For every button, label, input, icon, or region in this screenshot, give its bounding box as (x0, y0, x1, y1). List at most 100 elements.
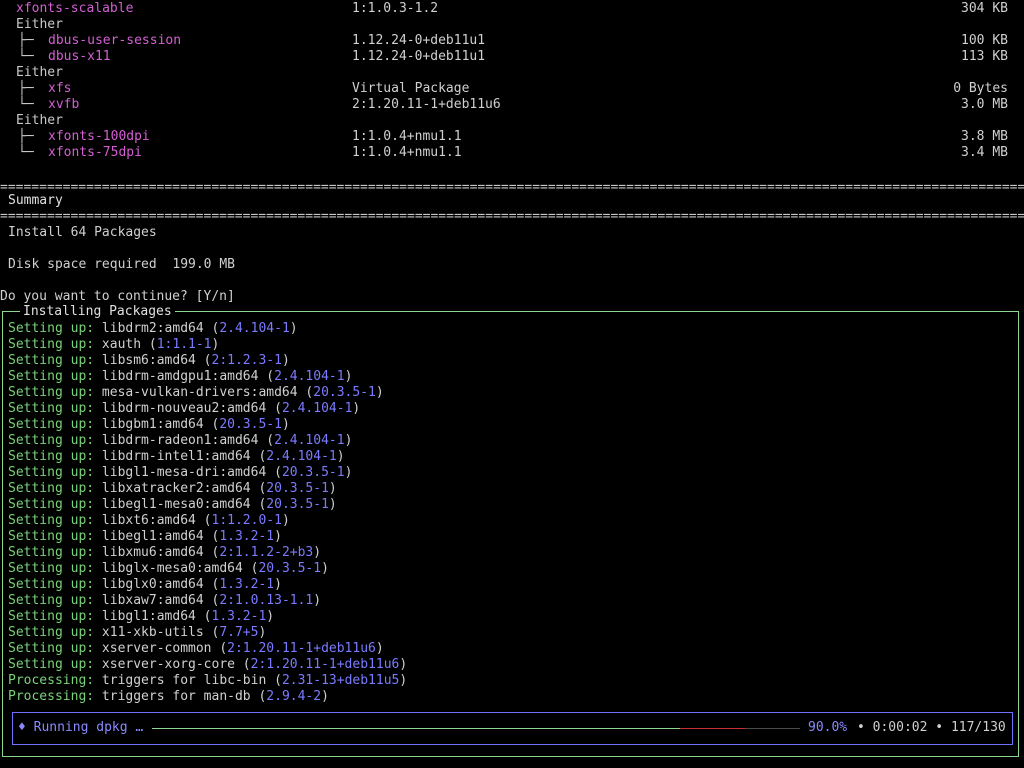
log-line: Setting up: xserver-xorg-core (2:1.20.11… (8, 657, 408, 672)
log-label: Setting up: (8, 417, 95, 432)
separator-rule-bottom: ========================================… (0, 209, 1024, 224)
log-version: 2.9.4-2 (266, 689, 322, 704)
log-line: Setting up: libgl1:amd64 (1.3.2-1) (8, 609, 275, 624)
tree-connector: ├─ (18, 129, 34, 144)
package-name[interactable]: dbus-user-session (48, 33, 181, 49)
log-text: libdrm-radeon1:amd64 (101, 433, 259, 448)
package-version: 1.12.24-0+deb11u1 (352, 49, 486, 64)
dependency-row: ├─ xfonts-100dpi 1:1.0.4+nmu1.1 3.8 MB (0, 129, 1024, 145)
either-group-label: Either (0, 17, 1024, 33)
log-version: 2.4.104-1 (266, 449, 337, 464)
log-label: Setting up: (8, 433, 95, 448)
package-version: 2:1.20.11-1+deb11u6 (352, 97, 501, 112)
progress-bar-fill (152, 728, 680, 729)
log-line: Setting up: xauth (1:1.1-1) (8, 337, 220, 352)
tree-connector: └─ (18, 97, 34, 112)
log-text: mesa-vulkan-drivers:amd64 (101, 385, 298, 400)
log-line: Setting up: libglx-mesa0:amd64 (20.3.5-1… (8, 561, 329, 576)
log-label: Setting up: (8, 369, 95, 384)
package-name[interactable]: xfonts-scalable (16, 1, 133, 17)
elapsed-time: 0:00:02 (872, 720, 928, 735)
log-text: libxmu6:amd64 (101, 545, 204, 560)
log-version: 1:1.1-1 (156, 337, 212, 352)
log-label: Setting up: (8, 593, 95, 608)
tree-connector: └─ (18, 145, 34, 160)
log-label: Setting up: (8, 657, 95, 672)
log-version: 20.3.5-1 (219, 417, 282, 432)
bullet-separator: • (857, 720, 865, 735)
log-line: Setting up: x11-xkb-utils (7.7+5) (8, 625, 267, 640)
log-text: libegl1:amd64 (101, 529, 204, 544)
log-version: 2:1.20.11-1+deb11u6 (227, 641, 376, 656)
log-version: 2.4.104-1 (281, 401, 353, 416)
package-size: 3.0 MB (961, 97, 1008, 112)
package-name[interactable]: xfonts-100dpi (48, 129, 150, 145)
separator-rule-top: ========================================… (0, 180, 1024, 195)
disk-space-label: Disk space required (8, 257, 157, 272)
group-label: Either (16, 17, 63, 32)
installing-packages-title: Installing Packages (20, 304, 175, 320)
package-version: 1:1.0.3-1.2 (352, 1, 439, 16)
group-label: Either (16, 65, 63, 80)
package-count: 117/130 (950, 720, 1006, 735)
tree-connector: └─ (18, 49, 34, 64)
dependency-row: ├─ dbus-user-session 1.12.24-0+deb11u1 100 … (0, 33, 1024, 49)
log-line: Processing: triggers for libc-bin (2.31-… (8, 673, 408, 688)
log-line: Setting up: xserver-common (2:1.20.11-1+… (8, 641, 384, 656)
log-line: Setting up: libxt6:amd64 (1:1.2.0-1) (8, 513, 290, 528)
log-text: libdrm-intel1:amd64 (101, 449, 251, 464)
package-version: 1:1.0.4+nmu1.1 (352, 129, 462, 144)
package-size: 113 KB (961, 49, 1008, 64)
log-text: libsm6:amd64 (101, 353, 196, 368)
tree-connector: ├─ (18, 33, 34, 48)
log-text: xserver-common (101, 641, 212, 656)
log-version: 1.3.2-1 (219, 577, 275, 592)
log-label: Setting up: (8, 481, 95, 496)
package-name[interactable]: xfs (48, 81, 71, 97)
dependency-row: └─ xvfb 2:1.20.11-1+deb11u6 3.0 MB (0, 97, 1024, 113)
log-label: Setting up: (8, 321, 95, 336)
package-name[interactable]: dbus-x11 (48, 49, 111, 65)
log-line: Setting up: libdrm2:amd64 (2.4.104-1) (8, 321, 298, 336)
log-line: Setting up: libdrm-amdgpu1:amd64 (2.4.10… (8, 369, 353, 384)
log-version: 20.3.5-1 (313, 385, 376, 400)
log-label: Setting up: (8, 353, 95, 368)
log-text: libxatracker2:amd64 (101, 481, 251, 496)
log-version: 20.3.5-1 (266, 481, 329, 496)
log-version: 1:1.2.0-1 (211, 513, 282, 528)
log-version: 1.3.2-1 (219, 529, 275, 544)
log-line: Setting up: libdrm-nouveau2:amd64 (2.4.1… (8, 401, 361, 416)
log-label: Setting up: (8, 561, 95, 576)
log-label: Setting up: (8, 609, 95, 624)
log-label: Setting up: (8, 337, 95, 352)
log-text: libgl1:amd64 (101, 609, 196, 624)
log-version: 2:1.20.11-1+deb11u6 (250, 657, 400, 672)
log-text: libgbm1:amd64 (101, 417, 204, 432)
log-label: Setting up: (8, 545, 95, 560)
log-version: 20.3.5-1 (266, 497, 329, 512)
package-size: 3.4 MB (961, 145, 1008, 160)
progress-stats: • 0:00:02 • 117/130 (857, 720, 1006, 736)
log-text: libgl1-mesa-dri:amd64 (101, 465, 267, 480)
package-size: 304 KB (961, 1, 1008, 16)
log-line: Setting up: libgl1-mesa-dri:amd64 (20.3.… (8, 465, 353, 480)
log-line: Setting up: libsm6:amd64 (2:1.2.3-1) (8, 353, 290, 368)
package-version: 1.12.24-0+deb11u1 (352, 33, 486, 48)
log-text: libdrm-nouveau2:amd64 (101, 401, 267, 416)
log-label: Setting up: (8, 497, 95, 512)
summary-heading: Summary (8, 193, 63, 208)
log-version: 20.3.5-1 (281, 465, 345, 480)
dependency-row: └─ dbus-x11 1.12.24-0+deb11u1 113 KB (0, 49, 1024, 65)
disk-space-value: 199.0 MB (172, 257, 235, 272)
log-text: libxt6:amd64 (101, 513, 196, 528)
log-line: Setting up: libdrm-intel1:amd64 (2.4.104… (8, 449, 345, 464)
progress-bar (152, 728, 800, 729)
install-count-text: Install 64 Packages (8, 225, 157, 240)
package-name[interactable]: xvfb (48, 97, 79, 113)
log-label: Setting up: (8, 529, 95, 544)
package-name[interactable]: xfonts-75dpi (48, 145, 142, 161)
log-version: 2.4.104-1 (274, 369, 345, 384)
log-label: Setting up: (8, 449, 95, 464)
continue-prompt[interactable]: Do you want to continue? [Y/n] (0, 289, 235, 305)
log-label: Setting up: (8, 401, 95, 416)
